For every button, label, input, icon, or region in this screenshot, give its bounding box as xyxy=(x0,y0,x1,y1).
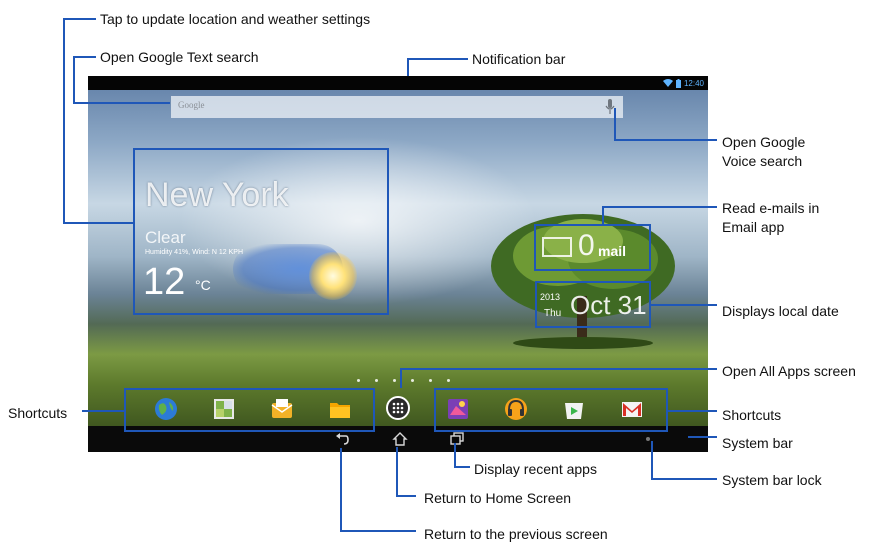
page-dot xyxy=(393,379,396,382)
page-dot xyxy=(375,379,378,382)
notification-bar[interactable]: 12:40 xyxy=(88,76,708,90)
callout-all-apps: Open All Apps screen xyxy=(722,363,856,379)
battery-icon xyxy=(675,78,681,88)
page-indicator xyxy=(357,379,450,382)
page-dot xyxy=(357,379,360,382)
shortcuts-left-box xyxy=(124,388,375,432)
callout-local-date: Displays local date xyxy=(722,303,839,319)
callout-weather-settings: Tap to update location and weather setti… xyxy=(100,11,371,27)
callout-shortcuts-right: Shortcuts xyxy=(722,407,782,423)
all-apps-icon[interactable] xyxy=(386,396,410,420)
callout-email-1: Read e-mails in xyxy=(722,200,820,216)
back-icon[interactable] xyxy=(334,431,350,447)
callout-shortcuts-left: Shortcuts xyxy=(8,405,68,421)
home-icon[interactable] xyxy=(392,431,408,447)
callout-system-bar: System bar xyxy=(722,435,793,451)
callout-email-2: Email app xyxy=(722,219,785,235)
email-highlight-box xyxy=(534,224,651,271)
weather-highlight-box xyxy=(133,148,389,315)
callout-previous-screen: Return to the previous screen xyxy=(424,526,608,542)
callout-system-bar-lock: System bar lock xyxy=(722,472,822,488)
grid-dots-icon xyxy=(392,402,404,414)
search-placeholder: Google xyxy=(178,100,205,110)
callout-voice-search-2: Voice search xyxy=(722,153,803,169)
google-search-bar[interactable]: Google xyxy=(171,96,623,118)
page-dot xyxy=(447,379,450,382)
wifi-icon xyxy=(662,79,673,87)
page-dot xyxy=(411,379,414,382)
page-dot xyxy=(429,379,432,382)
callout-voice-search-1: Open Google xyxy=(722,134,806,150)
callout-home-screen: Return to Home Screen xyxy=(424,490,572,506)
recent-apps-icon[interactable] xyxy=(449,431,465,447)
callout-recent-apps: Display recent apps xyxy=(474,461,597,477)
callout-text-search: Open Google Text search xyxy=(100,49,259,65)
callout-notification-bar: Notification bar xyxy=(472,51,566,67)
clock-time: 12:40 xyxy=(683,78,704,88)
status-area: 12:40 xyxy=(662,76,704,90)
date-highlight-box xyxy=(535,281,651,328)
shortcuts-right-box xyxy=(434,388,668,432)
